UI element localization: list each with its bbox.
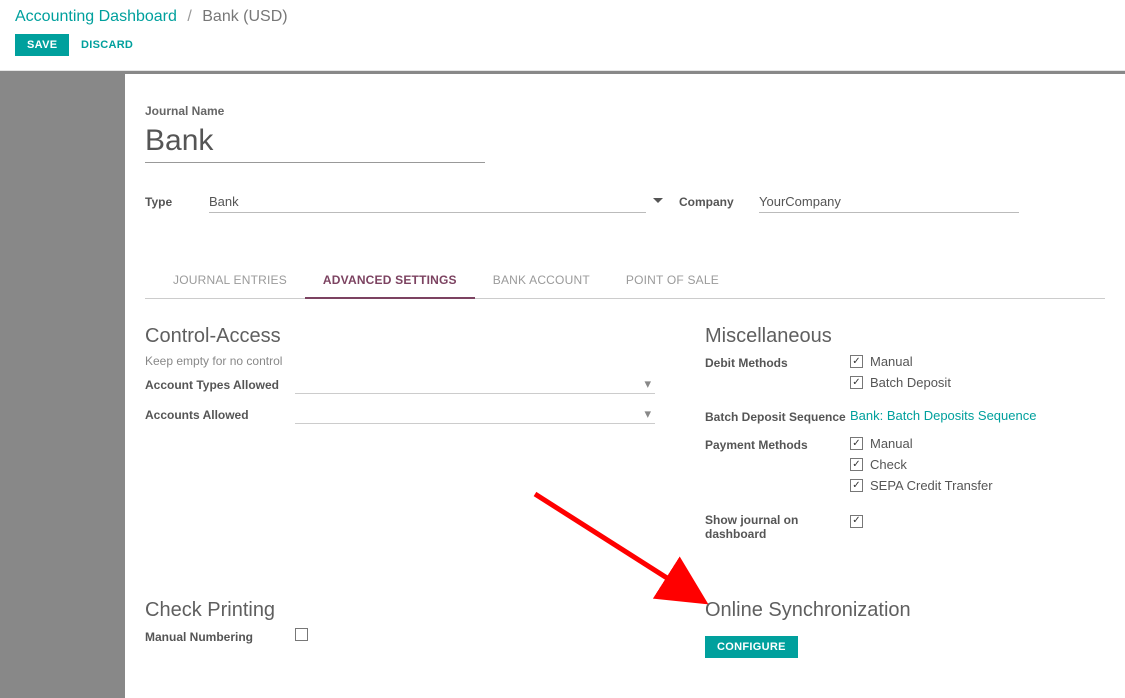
pay-check-label: Check bbox=[870, 457, 907, 472]
account-types-allowed-select[interactable]: ▾ bbox=[295, 376, 655, 394]
pay-sepa-label: SEPA Credit Transfer bbox=[870, 478, 993, 493]
pay-check-checkbox[interactable]: ✓ bbox=[850, 458, 863, 471]
journal-name-input[interactable] bbox=[145, 124, 485, 163]
show-journal-dash-checkbox[interactable]: ✓ bbox=[850, 515, 863, 528]
show-journal-dash-label: Show journal on dashboard bbox=[705, 511, 850, 541]
accounts-allowed-select[interactable]: ▾ bbox=[295, 406, 655, 424]
pay-sepa-checkbox[interactable]: ✓ bbox=[850, 479, 863, 492]
online-sync-title: Online Synchronization bbox=[705, 599, 1105, 622]
account-types-allowed-label: Account Types Allowed bbox=[145, 376, 295, 394]
control-access-hint: Keep empty for no control bbox=[145, 354, 705, 368]
breadcrumb-current: Bank (USD) bbox=[202, 8, 287, 25]
pay-manual-label: Manual bbox=[870, 436, 913, 451]
manual-numbering-label: Manual Numbering bbox=[145, 628, 295, 644]
tab-journal-entries[interactable]: Journal Entries bbox=[155, 263, 305, 298]
miscellaneous-title: Miscellaneous bbox=[705, 325, 1105, 348]
debit-batch-checkbox[interactable]: ✓ bbox=[850, 376, 863, 389]
company-select[interactable]: YourCompany bbox=[759, 191, 1019, 213]
check-printing-title: Check Printing bbox=[145, 599, 705, 622]
payment-methods-label: Payment Methods bbox=[705, 436, 850, 499]
pay-manual-checkbox[interactable]: ✓ bbox=[850, 437, 863, 450]
debit-manual-label: Manual bbox=[870, 354, 913, 369]
debit-batch-label: Batch Deposit bbox=[870, 375, 951, 390]
debit-methods-label: Debit Methods bbox=[705, 354, 850, 396]
breadcrumb: Accounting Dashboard / Bank (USD) bbox=[15, 8, 1110, 26]
breadcrumb-root[interactable]: Accounting Dashboard bbox=[15, 8, 177, 25]
manual-numbering-checkbox[interactable] bbox=[295, 628, 308, 641]
tab-bank-account[interactable]: Bank Account bbox=[475, 263, 608, 298]
chevron-down-icon bbox=[653, 193, 663, 208]
chevron-down-icon: ▾ bbox=[644, 376, 651, 392]
batch-seq-link[interactable]: Bank: Batch Deposits Sequence bbox=[850, 408, 1036, 423]
tab-point-of-sale[interactable]: Point of Sale bbox=[608, 263, 737, 298]
control-access-title: Control-Access bbox=[145, 325, 705, 348]
tabs: Journal Entries Advanced Settings Bank A… bbox=[145, 263, 1105, 299]
discard-button[interactable]: Discard bbox=[73, 34, 141, 56]
type-label: Type bbox=[145, 195, 172, 209]
batch-seq-label: Batch Deposit Sequence bbox=[705, 408, 850, 424]
debit-manual-checkbox[interactable]: ✓ bbox=[850, 355, 863, 368]
tab-advanced-settings[interactable]: Advanced Settings bbox=[305, 263, 475, 299]
company-label: Company bbox=[679, 195, 734, 209]
configure-button[interactable]: Configure bbox=[705, 636, 798, 658]
chevron-down-icon: ▾ bbox=[644, 406, 651, 422]
accounts-allowed-label: Accounts Allowed bbox=[145, 406, 295, 424]
save-button[interactable]: Save bbox=[15, 34, 69, 56]
journal-name-label: Journal Name bbox=[145, 104, 1105, 118]
type-select[interactable]: Bank bbox=[209, 191, 646, 213]
breadcrumb-sep: / bbox=[187, 8, 191, 25]
